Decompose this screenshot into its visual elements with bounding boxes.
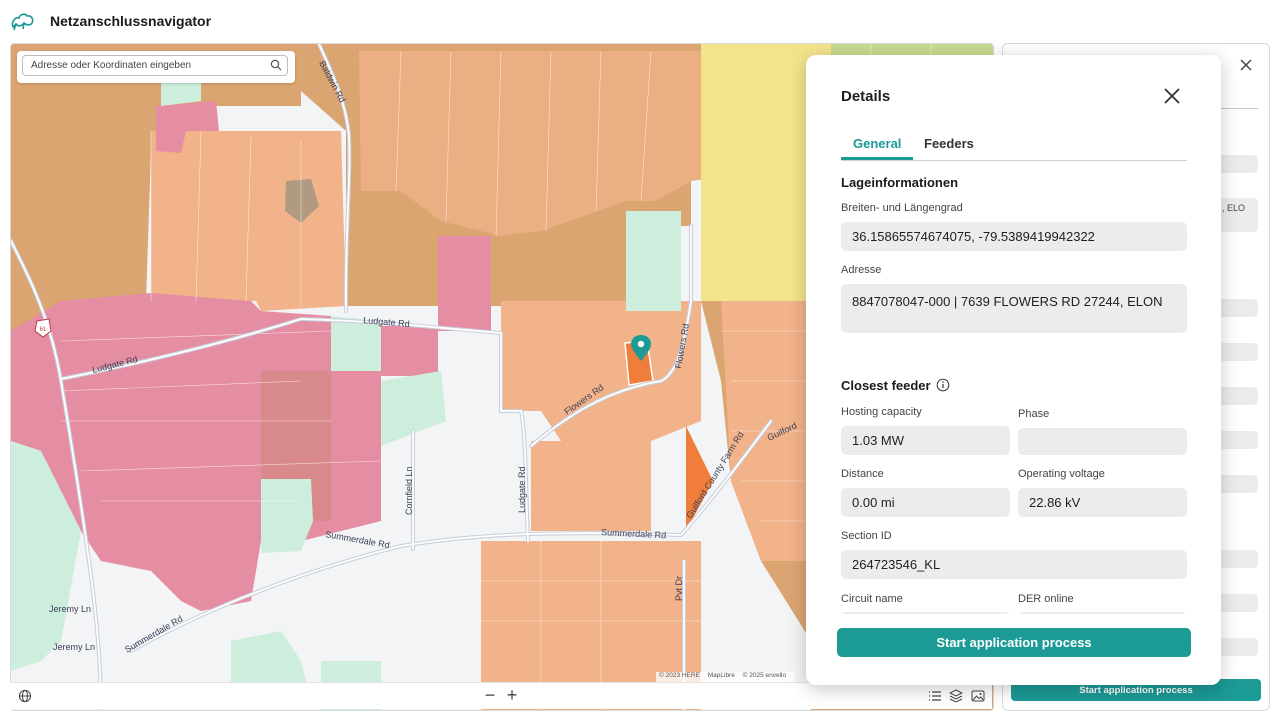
attribution-maplibre[interactable]: MapLibre xyxy=(708,672,735,679)
active-tab-indicator xyxy=(841,157,913,160)
phase-label: Phase xyxy=(1018,408,1050,420)
app-header: Netzanschlussnavigator xyxy=(0,0,1280,42)
address-field[interactable]: 8847078047-000 | 7639 FLOWERS RD 27244, … xyxy=(841,284,1187,333)
circuit-name-label: Circuit name xyxy=(841,593,903,605)
coords-label: Breiten- und Längengrad xyxy=(841,202,963,214)
hosting-capacity-field[interactable]: 1.03 MW xyxy=(841,426,1010,455)
search-icon[interactable] xyxy=(270,59,282,71)
der-online-field[interactable] xyxy=(1018,612,1187,614)
street-label: Ludgate Rd xyxy=(517,466,527,513)
coords-field[interactable]: 36.15865574674075, -79.5389419942322 xyxy=(841,222,1187,251)
globe-icon[interactable] xyxy=(18,689,32,703)
phase-field[interactable] xyxy=(1018,428,1187,455)
street-label: Pvt Dr xyxy=(674,576,684,601)
address-fragment: , ELO xyxy=(1222,203,1246,213)
section-title-feeder: Closest feeder xyxy=(841,378,931,393)
info-icon[interactable] xyxy=(936,378,950,392)
logo-icon[interactable] xyxy=(10,10,36,32)
section-id-field[interactable]: 264723546_KL xyxy=(841,550,1187,579)
details-content[interactable]: Lageinformationen Breiten- und Längengra… xyxy=(806,163,1221,614)
dialog-title: Details xyxy=(841,88,891,105)
close-icon[interactable] xyxy=(1162,86,1182,106)
tab-general[interactable]: General xyxy=(853,136,901,151)
start-application-button[interactable]: Start application process xyxy=(837,628,1191,657)
distance-field[interactable]: 0.00 mi xyxy=(841,488,1010,517)
attribution-here[interactable]: © 2023 HERE xyxy=(659,672,700,679)
tab-feeders[interactable]: Feeders xyxy=(924,136,974,151)
list-icon[interactable] xyxy=(928,689,942,703)
section-id-label: Section ID xyxy=(841,530,892,542)
search-input[interactable] xyxy=(22,55,288,76)
layers-icon[interactable] xyxy=(949,689,963,703)
operating-voltage-label: Operating voltage xyxy=(1018,468,1105,480)
street-label: Cornfield Ln xyxy=(404,466,414,515)
operating-voltage-field[interactable]: 22.86 kV xyxy=(1018,488,1187,517)
app-title: Netzanschlussnavigator xyxy=(50,13,212,29)
close-icon[interactable] xyxy=(1238,57,1254,73)
street-label: Jeremy Ln xyxy=(49,604,91,614)
image-icon[interactable] xyxy=(971,689,985,703)
section-title-location: Lageinformationen xyxy=(841,175,959,190)
distance-label: Distance xyxy=(841,468,884,480)
attribution-envello[interactable]: © 2025 envello xyxy=(743,672,786,679)
address-label: Adresse xyxy=(841,264,882,276)
tab-bar: General Feeders xyxy=(841,134,1187,161)
der-online-label: DER online xyxy=(1018,593,1074,605)
map-toolbar: − + xyxy=(10,682,992,709)
circuit-name-field[interactable] xyxy=(841,612,1010,614)
hosting-capacity-label: Hosting capacity xyxy=(841,406,922,418)
details-dialog: Details General Feeders Lageinformatione… xyxy=(806,55,1221,685)
search-box xyxy=(17,51,295,83)
zoom-in-button[interactable]: + xyxy=(503,685,521,705)
street-label: Jeremy Ln xyxy=(53,642,95,652)
zoom-out-button[interactable]: − xyxy=(481,685,499,705)
svg-text:61: 61 xyxy=(40,327,47,333)
map-attribution: © 2023 HERE MapLibre © 2025 envello xyxy=(656,672,796,682)
